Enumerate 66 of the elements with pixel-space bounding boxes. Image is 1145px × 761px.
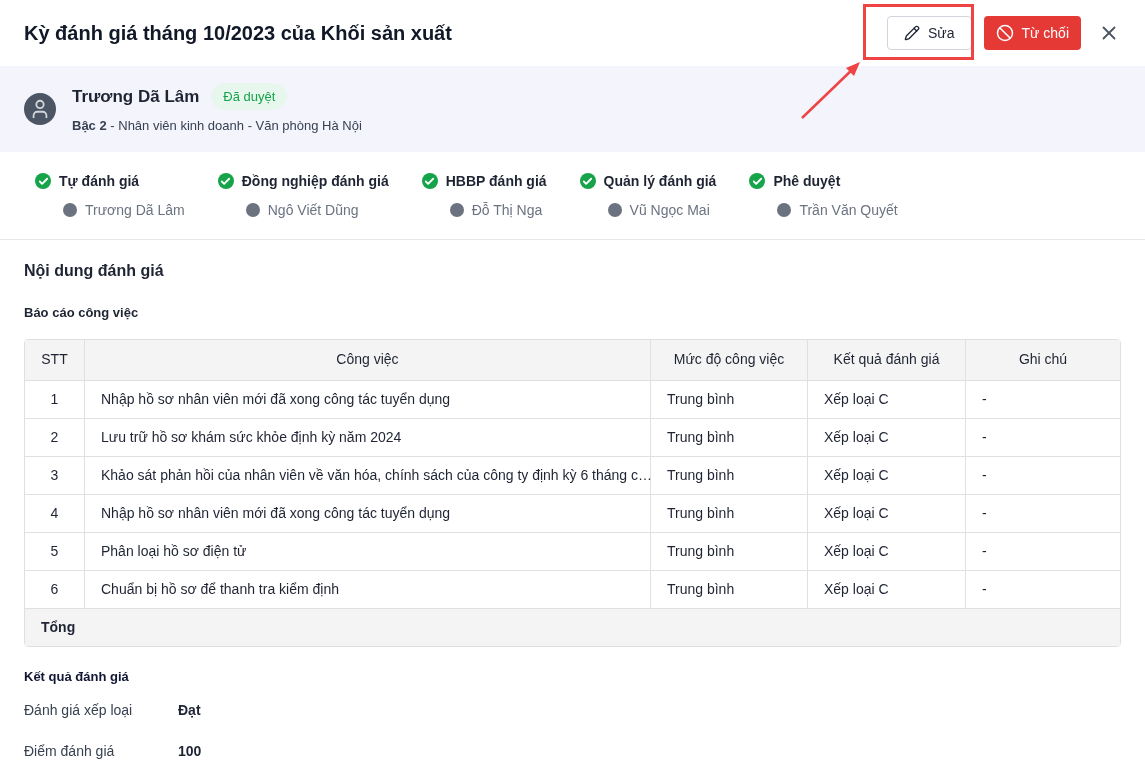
section-title: Nội dung đánh giá xyxy=(24,261,165,281)
avatar xyxy=(607,203,622,217)
subsection-title: Kết quả đánh giá xyxy=(24,667,130,686)
table-cell: Nhập hồ sơ nhân viên mới đã xong công tác tuyển dụng xyxy=(85,380,651,418)
reject-button[interactable]: Từ chối xyxy=(983,16,1081,50)
edit-button[interactable]: Sửa xyxy=(887,16,972,50)
table-cell: Trung bình xyxy=(651,380,808,418)
step-person: Đỗ Thị Nga xyxy=(471,200,543,220)
table-cell: Lưu trữ hồ sơ khám sức khỏe định kỳ năm 2024 xyxy=(85,418,651,456)
table-cell: 6 xyxy=(25,570,85,608)
step-person: Ngô Viết Dũng xyxy=(267,200,359,220)
table-cell-text: - xyxy=(981,427,988,447)
table-cell: Khảo sát phản hồi của nhân viên về văn hóa, chính sách của công ty định kỳ 6 tháng c… xyxy=(85,456,651,494)
ban-icon xyxy=(995,24,1014,42)
step-person: Vũ Ngọc Mai xyxy=(629,200,710,220)
step-label: Đồng nghiệp đánh giá xyxy=(241,171,389,191)
field-value: 100 xyxy=(178,742,202,761)
total-label: Tổng xyxy=(41,617,76,637)
employee-name: Trương Dã Lâm xyxy=(72,85,200,108)
table-cell: Chuẩn bị hồ sơ để thanh tra kiểm định xyxy=(85,570,651,608)
table-cell: 1 xyxy=(25,380,85,418)
table-cell-text: - xyxy=(981,579,988,599)
dialog-title: Kỳ đánh giá tháng 10/2023 của Khối sản xuất xyxy=(24,21,453,46)
table-cell: Xếp loại C xyxy=(808,494,966,532)
subsection-title: Báo cáo công việc xyxy=(24,304,140,322)
table-cell: Trung bình xyxy=(651,570,808,608)
table-cell: Xếp loại C xyxy=(808,380,966,418)
table-cell-text: - xyxy=(981,465,988,485)
table-cell: Xếp loại C xyxy=(808,456,966,494)
avatar xyxy=(63,203,77,217)
table-cell: 4 xyxy=(25,494,85,532)
step-label: HBBP đánh giá xyxy=(445,171,547,191)
table-cell: Trung bình xyxy=(651,532,808,570)
table-cell: 3 xyxy=(25,456,85,494)
field-label: Đánh giá xếp loại xyxy=(24,701,134,720)
table-cell: Trung bình xyxy=(651,418,808,456)
table-cell-text: - xyxy=(981,503,988,523)
field-label: Điểm đánh giá xyxy=(24,742,116,761)
step-label: Phê duyệt xyxy=(773,171,841,191)
table-cell: Nhập hồ sơ nhân viên mới đã xong công tác tuyển dụng xyxy=(85,494,651,532)
avatar xyxy=(245,203,260,217)
employee-details: Bậc 2 - Nhân viên kinh doanh - Văn phòng Hà Nội xyxy=(72,117,362,135)
table-cell: Trung bình xyxy=(651,494,808,532)
table-cell: 5 xyxy=(25,532,85,570)
table-cell-text: - xyxy=(981,541,988,561)
step-label: Tự đánh giá xyxy=(59,171,140,191)
field-value: Đạt xyxy=(178,701,201,720)
table-cell: 2 xyxy=(25,418,85,456)
column-header: Mức độ công việc xyxy=(651,339,808,380)
table-cell: Phân loại hồ sơ điện tử xyxy=(85,532,651,570)
column-header: Ghi chú xyxy=(1017,350,1069,369)
pencil-icon xyxy=(904,25,920,41)
step-person: Trương Dã Lâm xyxy=(85,200,185,220)
column-header: Kết quả đánh giá xyxy=(808,339,966,380)
avatar xyxy=(777,203,792,217)
table-cell: Xếp loại C xyxy=(808,532,966,570)
column-header: Công việc xyxy=(85,339,651,380)
table-cell: Xếp loại C xyxy=(808,418,966,456)
step-person: Trần Văn Quyết xyxy=(799,200,898,220)
status-badge: Đã duyệt xyxy=(211,82,288,110)
table-cell: Trung bình xyxy=(651,456,808,494)
table-cell-text: - xyxy=(981,389,988,409)
column-header: STT xyxy=(25,339,85,380)
table-cell: Xếp loại C xyxy=(808,570,966,608)
avatar xyxy=(449,203,464,217)
step-label: Quản lý đánh giá xyxy=(603,171,717,191)
